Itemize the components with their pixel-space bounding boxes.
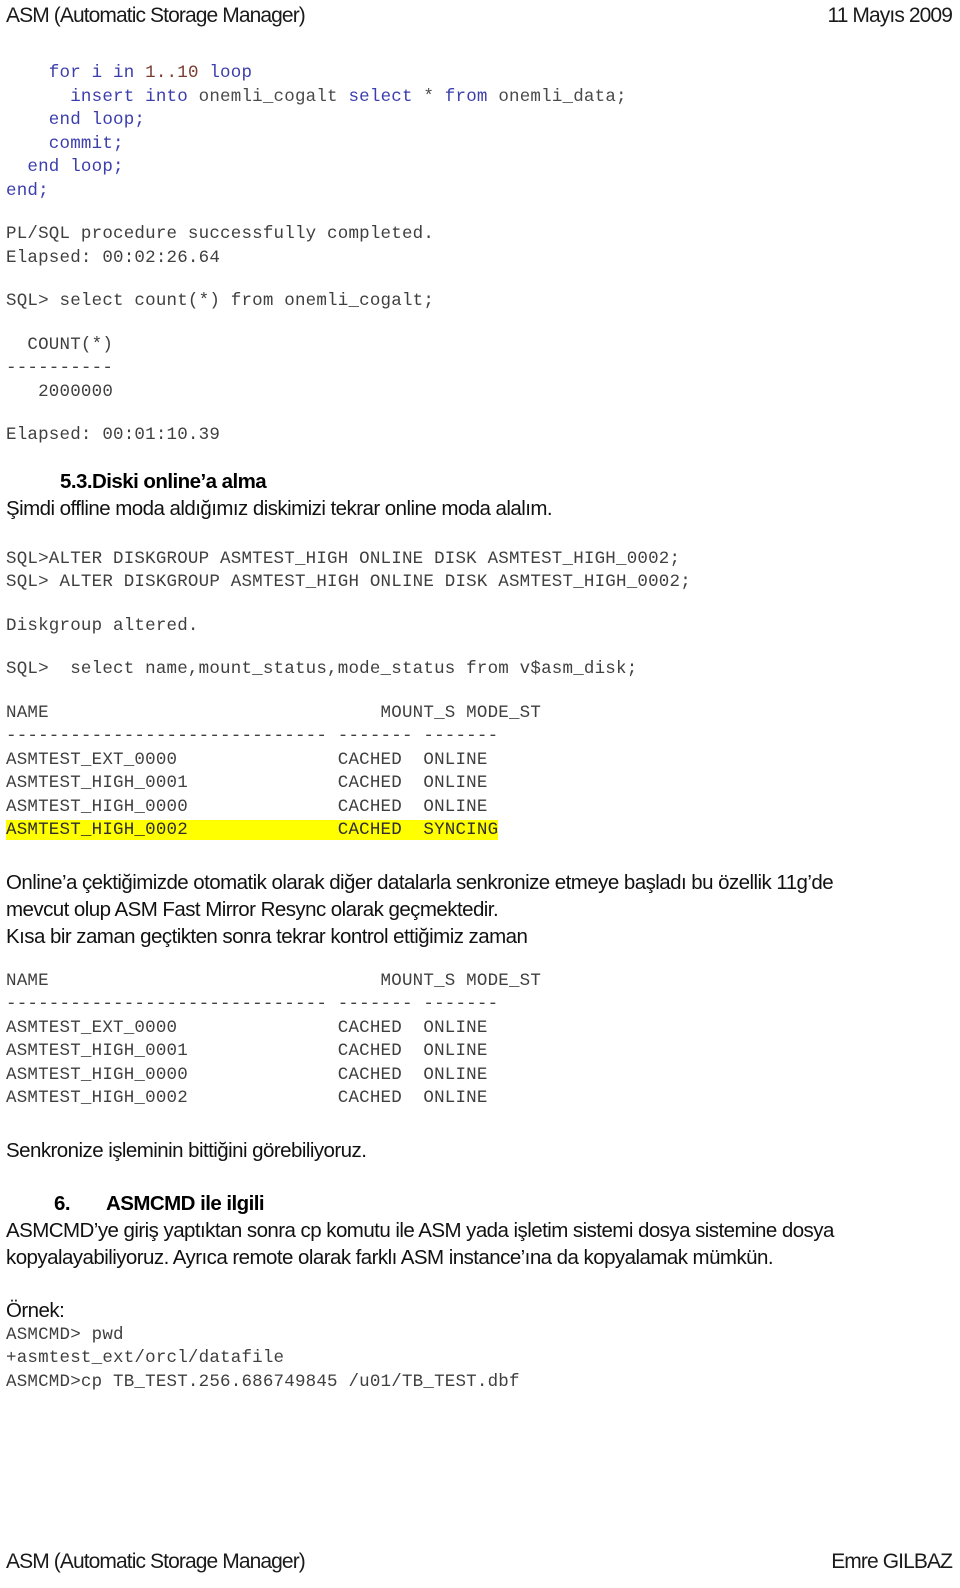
disk-status-table-1: NAME MOUNT_S MODE_ST -------------------…: [6, 702, 954, 843]
example-label: Örnek:: [6, 1298, 65, 1322]
console-line: Elapsed: 00:01:10.39: [6, 425, 221, 445]
paragraph-line: mevcut olup ASM Fast Mirror Resync olara…: [6, 897, 499, 921]
heading-section-6: 6. ASMCMD ile ilgili: [6, 1190, 954, 1217]
document-page: ASM (Automatic Storage Manager) 11 Mayıs…: [0, 0, 960, 1588]
header-title: ASM (Automatic Storage Manager): [6, 4, 306, 27]
disk-status-table-2: NAME MOUNT_S MODE_ST -------------------…: [6, 970, 954, 1111]
paragraph-sync-finished: Senkronize işleminin bittiğini görebiliy…: [6, 1138, 367, 1162]
code-block-plsql: for i in 1..10 loop insert into onemli_c…: [6, 62, 954, 203]
table-row: ASMTEST_HIGH_0001 CACHED ONLINE: [6, 1041, 488, 1061]
paragraph-section-6: ASMCMD’ye giriş yaptıktan sonra cp komut…: [6, 1217, 954, 1271]
paragraph-line: Online’a çektiğimizde otomatik olarak di…: [6, 870, 834, 894]
table-row: ASMTEST_HIGH_0002 CACHED ONLINE: [6, 1088, 488, 1108]
keyword-select: select: [348, 86, 424, 107]
page-footer: ASM (Automatic Storage Manager) Emre GIL…: [6, 1550, 953, 1574]
column-header-count: COUNT(*): [6, 334, 114, 355]
table-row: ASMTEST_HIGH_0000 CACHED ONLINE: [6, 796, 488, 817]
table-row: ASMTEST_EXT_0000 CACHED ONLINE: [6, 1017, 488, 1038]
table-column-headers: NAME MOUNT_S MODE_ST: [6, 702, 542, 723]
code-line: for i in 1..10 loop: [6, 63, 252, 83]
page-header: ASM (Automatic Storage Manager) 11 Mayıs…: [6, 4, 953, 28]
console-diskgroup-altered: Diskgroup altered.: [6, 615, 954, 639]
table-row-highlighted: ASMTEST_HIGH_0002 CACHED SYNCING: [6, 820, 499, 840]
table-row: ASMTEST_HIGH_0000 CACHED ONLINE: [6, 1064, 488, 1085]
paragraph-section-53-intro: Şimdi offline moda aldığımız diskimizi t…: [6, 496, 553, 520]
code-range: 1..10: [145, 63, 199, 83]
console-line: SQL> select name,mount_status,mode_statu…: [6, 659, 638, 679]
document-body: for i in 1..10 loop insert into onemli_c…: [6, 62, 954, 1394]
table-rule: ------------------------------ ------- -…: [6, 726, 499, 746]
keyword-from: from: [444, 86, 499, 107]
heading-number: 6.: [54, 1191, 71, 1215]
table-onemli-cogalt: onemli_cogalt: [198, 86, 349, 107]
paragraph-line: kopyalayabiliyoruz. Ayrıca remote olarak…: [6, 1245, 774, 1269]
code-line: insert into onemli_cogalt select * from …: [6, 87, 627, 107]
console-line: +asmtest_ext/orcl/datafile: [6, 1348, 285, 1368]
console-elapsed-2: Elapsed: 00:01:10.39: [6, 424, 954, 448]
code-line: commit;: [6, 133, 124, 154]
footer-title: ASM (Automatic Storage Manager): [6, 1550, 306, 1573]
table-row: ASMTEST_EXT_0000 CACHED ONLINE: [6, 749, 488, 770]
table-row: ASMTEST_HIGH_0001 CACHED ONLINE: [6, 773, 488, 793]
heading-title: ASMCMD ile ilgili: [106, 1191, 265, 1215]
code-line: end;: [6, 180, 49, 201]
console-line: Diskgroup altered.: [6, 615, 199, 636]
heading-number: 5.3.: [60, 469, 93, 493]
keyword-loop: loop: [198, 63, 253, 83]
console-line: ASMCMD>cp TB_TEST.256.686749845 /u01/TB_…: [6, 1371, 520, 1392]
console-count-result: COUNT(*) ---------- 2000000: [6, 334, 954, 405]
console-output-1: PL/SQL procedure successfully completed.…: [6, 223, 954, 270]
count-value: 2000000: [6, 381, 114, 402]
console-query-count: SQL> select count(*) from onemli_cogalt;: [6, 290, 954, 314]
table-rule: ------------------------------ ------- -…: [6, 994, 499, 1014]
keyword-for: for: [6, 63, 81, 83]
column-rule: ----------: [6, 358, 114, 378]
code-var-i: i in: [80, 63, 146, 83]
footer-author: Emre GILBAZ: [831, 1550, 953, 1573]
console-asmcmd-example: ASMCMD> pwd +asmtest_ext/orcl/datafile A…: [6, 1324, 954, 1395]
heading-title: Diski online’a alma: [92, 469, 267, 493]
paragraph-line: Kısa bir zaman geçtikten sonra tekrar ko…: [6, 924, 528, 948]
star-glob: *: [423, 86, 445, 107]
console-line: Elapsed: 00:02:26.64: [6, 247, 221, 268]
header-date: 11 Mayıs 2009: [827, 4, 953, 27]
console-query-asmdisk-1: SQL> select name,mount_status,mode_statu…: [6, 658, 954, 682]
code-line: end loop;: [6, 110, 146, 130]
keyword-insert-into: insert into: [6, 86, 199, 107]
paragraph-line: ASMCMD’ye giriş yaptıktan sonra cp komut…: [6, 1218, 834, 1242]
table-column-headers: NAME MOUNT_S MODE_ST: [6, 970, 542, 991]
paragraph-resync-explanation: Online’a çektiğimizde otomatik olarak di…: [6, 869, 954, 950]
console-line: SQL> select count(*) from onemli_cogalt;: [6, 291, 435, 311]
console-alter-diskgroup: SQL>ALTER DISKGROUP ASMTEST_HIGH ONLINE …: [6, 548, 954, 595]
console-line: ASMCMD> pwd: [6, 1324, 124, 1345]
heading-section-53: 5.3.Diski online’a alma: [6, 468, 954, 495]
console-line: SQL> ALTER DISKGROUP ASMTEST_HIGH ONLINE…: [6, 572, 691, 592]
code-line: end loop;: [6, 157, 124, 177]
console-line: PL/SQL procedure successfully completed.: [6, 224, 435, 244]
table-onemli-data: onemli_data;: [498, 86, 627, 107]
console-line: SQL>ALTER DISKGROUP ASMTEST_HIGH ONLINE …: [6, 548, 681, 569]
